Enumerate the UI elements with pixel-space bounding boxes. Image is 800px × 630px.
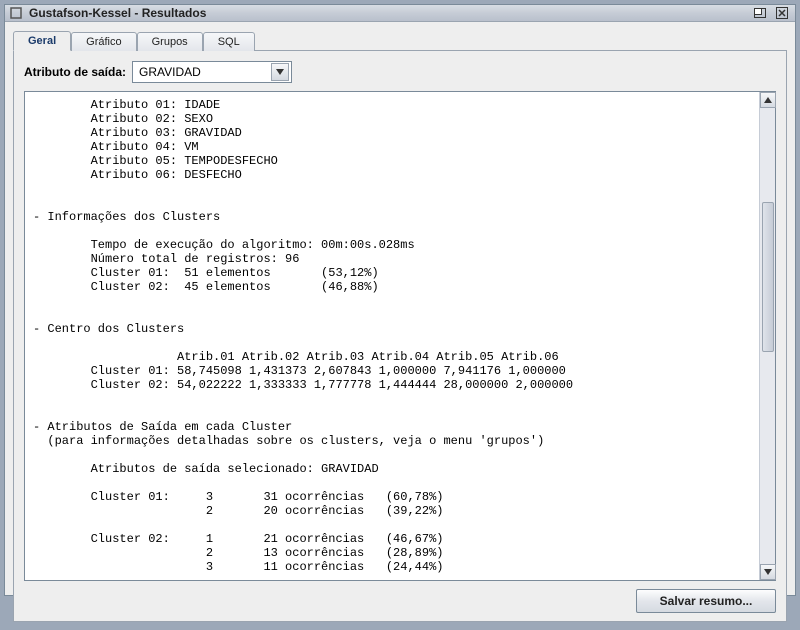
app-window: Gustafson-Kessel - Resultados Geral Gráf… — [4, 4, 796, 596]
tab-sql[interactable]: SQL — [203, 32, 255, 51]
scroll-up-button[interactable] — [760, 92, 776, 108]
dropdown-value: GRAVIDAD — [139, 65, 201, 79]
button-row: Salvar resumo... — [24, 581, 776, 613]
tab-bar: Geral Gráfico Grupos SQL — [13, 28, 787, 50]
tab-label: SQL — [218, 36, 240, 48]
titlebar[interactable]: Gustafson-Kessel - Resultados — [5, 5, 795, 22]
output-attribute-label: Atributo de saída: — [24, 65, 126, 79]
tab-panel-geral: Atributo de saída: GRAVIDAD Atributo 01:… — [13, 50, 787, 622]
report-scroll-pane: Atributo 01: IDADE Atributo 02: SEXO Atr… — [24, 91, 776, 581]
close-button[interactable] — [773, 5, 791, 21]
tab-label: Gráfico — [86, 36, 121, 48]
output-attribute-dropdown[interactable]: GRAVIDAD — [132, 61, 292, 83]
tab-label: Grupos — [152, 36, 188, 48]
save-summary-button[interactable]: Salvar resumo... — [636, 589, 776, 613]
vertical-scrollbar[interactable] — [759, 92, 775, 580]
tab-geral[interactable]: Geral — [13, 31, 71, 51]
tab-label: Geral — [28, 35, 56, 47]
content-area: Geral Gráfico Grupos SQL Atributo de saí… — [5, 22, 795, 630]
scroll-thumb[interactable] — [762, 202, 774, 352]
scroll-down-button[interactable] — [760, 564, 776, 580]
tab-grafico[interactable]: Gráfico — [71, 32, 136, 51]
window-title: Gustafson-Kessel - Resultados — [29, 6, 747, 20]
output-attribute-row: Atributo de saída: GRAVIDAD — [24, 61, 776, 83]
maximize-button[interactable] — [751, 5, 769, 21]
report-text[interactable]: Atributo 01: IDADE Atributo 02: SEXO Atr… — [25, 92, 759, 580]
chevron-down-icon — [271, 63, 289, 81]
window-icon — [9, 6, 23, 20]
tab-grupos[interactable]: Grupos — [137, 32, 203, 51]
